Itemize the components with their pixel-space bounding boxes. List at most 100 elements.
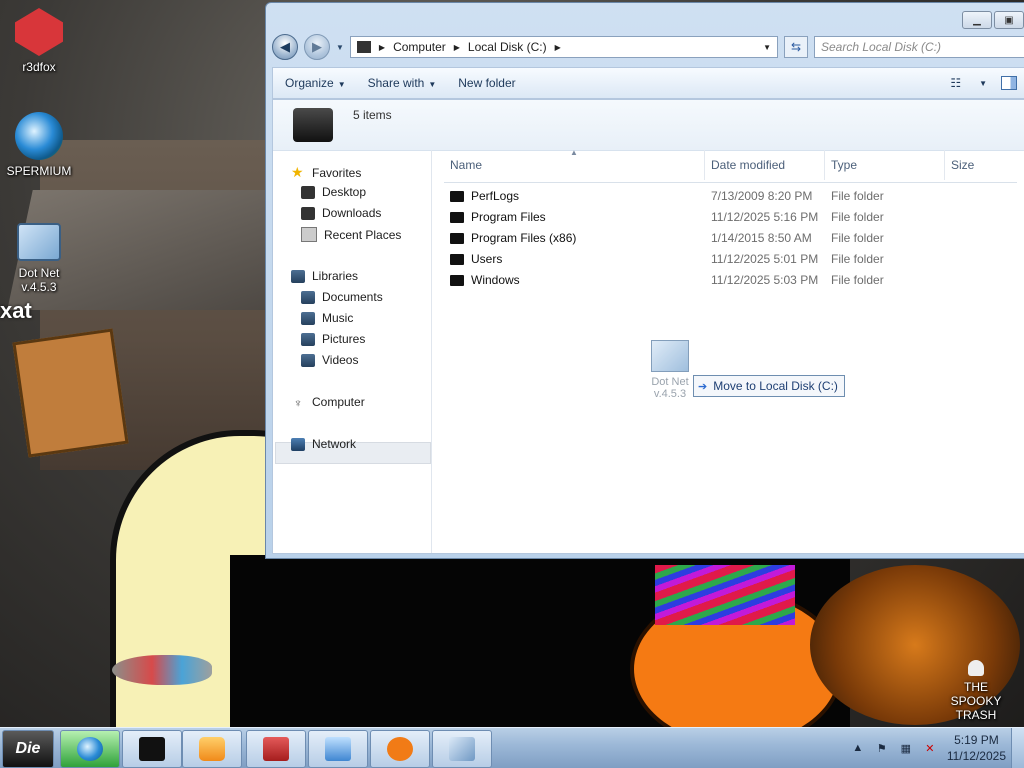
taskbar-pumpkin-app[interactable] [370,730,430,768]
maximize-button[interactable]: ▣ [994,11,1024,29]
videos-icon [301,353,315,367]
back-button[interactable]: ◀ [272,34,298,60]
taskbar-browser[interactable] [60,730,120,768]
details-header: 5 items [273,100,1024,151]
share-with-menu[interactable]: Share with ▼ [368,76,437,90]
folder-icon [139,737,165,761]
command-bar: Organize ▼ Share with ▼ New folder ☷ ▼ [272,67,1024,99]
desktop-icon-dotnet[interactable]: Dot Net v.4.5.3 [2,218,76,294]
column-header-size[interactable]: Size [945,150,1024,180]
show-desktop-button[interactable] [1011,728,1024,768]
explorer-content: 5 items ★ Favorites Desktop Downloads Re… [272,99,1024,554]
nav-recent-places[interactable]: Recent Places [301,227,401,242]
libraries-icon [291,269,305,283]
breadcrumb-computer[interactable]: Computer [393,40,446,54]
nav-desktop[interactable]: Desktop [301,185,366,199]
organize-menu[interactable]: Organize ▼ [285,76,346,90]
desktop-icon-label: THE SPOOKY TRASH [950,680,1002,722]
nav-music[interactable]: Music [301,311,353,325]
breadcrumb-chevron-icon[interactable]: ▶ [555,43,561,52]
column-header-name[interactable]: Name ▲ [432,148,705,180]
volume-muted-icon[interactable]: ✕ [923,741,937,755]
search-input[interactable]: Search Local Disk (C:) [814,36,1024,58]
desktop-icon-label: SPERMIUM [6,164,72,178]
table-row[interactable]: PerfLogs 7/13/2009 8:20 PM File folder [444,186,1024,207]
installer-icon [17,223,61,261]
navigation-pane: ★ Favorites Desktop Downloads Recent Pla… [273,150,432,553]
folder-icon [450,254,464,265]
table-row[interactable]: Program Files (x86) 1/14/2015 8:50 AM Fi… [444,228,1024,249]
desktop-icon-label: r3dfox [22,60,56,74]
show-hidden-icons-button[interactable]: ▲ [851,741,865,755]
forward-button[interactable]: ▶ [304,34,330,60]
wallpaper-fish [112,655,212,685]
wallpaper-bag [12,328,129,458]
installer-icon [449,737,475,761]
explorer-window: ▁ ▣ ◀ ▶ ▼ ▶ Computer ▶ Local Disk (C:) ▶… [265,2,1024,559]
installer-icon [651,340,689,372]
address-bar[interactable]: ▶ Computer ▶ Local Disk (C:) ▶ ▼ [349,36,778,58]
table-row[interactable]: Program Files 11/12/2025 5:16 PM File fo… [444,207,1024,228]
music-icon [301,311,315,325]
trash-icon [968,660,984,676]
folder-icon [450,233,464,244]
desktop-icon-spermium[interactable]: SPERMIUM [2,112,76,178]
drag-ghost-dotnet: Dot Net v.4.5.3 [640,340,700,400]
network-status-icon[interactable]: ▦ [899,741,913,755]
folder-icon [450,275,464,286]
new-folder-button[interactable]: New folder [458,76,515,90]
taskbar-installer[interactable] [432,730,492,768]
action-center-flag-icon[interactable]: ⚑ [875,741,889,755]
breadcrumb-local-disk[interactable]: Local Disk (C:) [468,40,547,54]
nav-documents[interactable]: Documents [301,290,383,304]
desktop-icon-r3dfox[interactable]: r3dfox [2,8,76,74]
taskbar-media-player[interactable] [182,730,242,768]
desktop-icon-label: Dot Net v.4.5.3 [18,266,60,294]
recent-places-icon [301,227,317,242]
toolbox-icon [263,737,289,761]
nav-downloads[interactable]: Downloads [301,206,381,220]
breadcrumb-chevron-icon[interactable]: ▶ [379,43,385,52]
control-panel-icon [325,737,351,761]
desktop-icon-spooky-trash[interactable]: THE SPOOKY TRASH [938,660,1014,722]
refresh-button[interactable]: ⇆ [784,36,808,58]
system-tray: ▲ ⚑ ▦ ✕ 5:19 PM 11/12/2025 [851,728,1024,768]
sort-ascending-icon: ▲ [570,148,578,157]
clock[interactable]: 5:19 PM 11/12/2025 [947,732,1006,764]
drag-tooltip: ➔ Move to Local Disk (C:) [693,375,845,397]
view-options-icon[interactable]: ☷ [950,76,961,90]
forward-arrow-icon: ▶ [312,39,322,54]
preview-pane-icon[interactable] [1001,76,1017,90]
address-dropdown-icon[interactable]: ▼ [763,43,771,52]
network-icon [291,437,305,451]
downloads-folder-icon [301,206,315,220]
nav-pictures[interactable]: Pictures [301,332,365,346]
breadcrumb-chevron-icon[interactable]: ▶ [454,43,460,52]
drive-small-icon [356,41,371,53]
back-arrow-icon: ◀ [280,39,290,54]
nav-favorites[interactable]: ★ Favorites [291,164,361,181]
move-arrow-icon: ➔ [698,380,708,393]
desktop-folder-icon [301,185,315,199]
taskbar-toolbox[interactable] [246,730,306,768]
minimize-button[interactable]: ▁ [962,11,992,29]
wallpaper-candy-stripes [655,565,795,625]
star-icon: ★ [291,164,304,180]
table-row[interactable]: Users 11/12/2025 5:01 PM File folder [444,249,1024,270]
taskbar-explorer[interactable] [122,730,182,768]
column-header-date[interactable]: Date modified [705,150,825,180]
address-row: ◀ ▶ ▼ ▶ Computer ▶ Local Disk (C:) ▶ ▼ ⇆… [272,33,1024,61]
nav-libraries[interactable]: Libraries [291,269,358,283]
documents-icon [301,290,315,304]
media-player-icon [199,737,225,761]
nav-computer[interactable]: ♆ Computer [291,395,365,410]
view-dropdown-icon[interactable]: ▼ [979,79,987,88]
column-header-type[interactable]: Type [825,150,945,180]
nav-network[interactable]: Network [291,437,356,451]
table-row[interactable]: Windows 11/12/2025 5:03 PM File folder [444,270,1024,291]
recent-pages-dropdown[interactable]: ▼ [336,43,344,52]
start-button[interactable]: Die [2,730,54,768]
pumpkin-icon [387,737,413,761]
taskbar-control-panel[interactable] [308,730,368,768]
nav-videos[interactable]: Videos [301,353,358,367]
